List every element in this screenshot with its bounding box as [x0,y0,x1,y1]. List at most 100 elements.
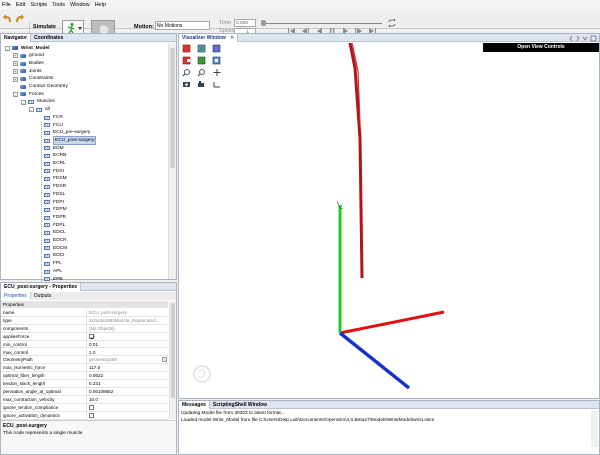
property-value[interactable]: 1.0 [86,348,166,357]
tree-item-label: Constraints [29,76,54,82]
muscle-icon [44,146,50,151]
property-value[interactable]: geometrypath [86,356,166,364]
property-value[interactable]: 117.0 [86,364,166,372]
muscle-icon [44,254,50,259]
properties-title: ECU_post-surgery - Properties [1,282,82,291]
property-value[interactable] [86,411,166,421]
tree-item[interactable]: - all [29,106,50,114]
property-row[interactable]: max_contraction_velocity 10.0 [1,395,168,404]
property-row[interactable]: max_isometric_force 117.0 [1,364,168,373]
expand-icon[interactable]: + [13,68,18,74]
property-row[interactable]: tendon_slack_length 0.231 [1,380,168,388]
menu-window[interactable]: Window [70,2,90,8]
menu-help[interactable]: Help [95,2,106,8]
menu-tools[interactable]: Tools [52,2,65,8]
expand-icon[interactable]: + [13,53,18,59]
properties-section-header[interactable]: Properties [1,301,168,308]
property-value[interactable]: 0.0622 [86,372,166,380]
tab-messages[interactable]: Messages [179,400,210,409]
scroll-left-icon[interactable] [569,35,573,42]
expand-icon[interactable]: + [13,76,18,82]
property-value[interactable]: 10.0 [86,395,166,404]
tab-coordinates[interactable]: Coordinates [31,34,66,42]
tree-item[interactable]: + Bodies [13,60,44,68]
properties-scrollbar[interactable] [169,301,176,419]
property-row[interactable]: appliesForce [1,332,168,342]
property-row[interactable]: ignore_activation_dynamics [1,411,168,421]
undo-button[interactable] [2,12,13,26]
property-key: optimal_fiber_length [3,373,45,379]
motion-select[interactable]: No Motions [155,21,210,30]
motion-label: Motion: [134,24,154,30]
tree-item[interactable]: FCR [37,114,63,122]
tab-properties[interactable]: Properties [1,292,31,300]
scroll-right-icon[interactable] [576,35,580,42]
property-row[interactable]: max_control 1.0 [1,348,168,357]
checkbox-unchecked[interactable] [89,412,94,418]
property-row[interactable]: pennation_angle_at_optimal 0.06108652 [1,388,168,396]
collapse-icon[interactable]: - [29,107,34,113]
property-value[interactable]: ECU_post-surgery [86,309,166,317]
messages-scrollbar[interactable] [591,411,598,447]
tree-item-label: FDPI [53,199,64,205]
property-row[interactable]: optimal_fiber_length 0.0622 [1,372,168,381]
tree-item[interactable]: Contact Geometry [13,83,68,91]
simulate-button[interactable] [62,20,84,34]
time-slider-track[interactable] [262,22,382,24]
property-value[interactable]: Schutte1993Muscle_Deprecated [86,316,166,325]
tab-navigator[interactable]: Navigator [1,33,32,42]
tree-item[interactable]: - Wrist_Model [5,45,49,53]
description-title: ECU_post-surgery [3,423,47,429]
scene-3d[interactable] [179,43,599,399]
tree-item[interactable]: + Joints [13,68,42,76]
muscle-icon [44,123,50,128]
tree-item-label: FDPL [53,222,66,228]
property-row[interactable]: GeometryPath geometrypath [1,356,168,365]
collapse-icon[interactable]: - [5,45,10,51]
property-value[interactable]: (No Objects) [86,324,166,333]
muscle-icon [44,161,50,166]
tree-item-label: FDSR [53,184,67,190]
muscle-icon [44,277,50,282]
time-slider-thumb[interactable] [261,20,266,26]
maximize-icon[interactable] [590,35,597,42]
tree-item-label: FPL [53,261,62,267]
redo-icon [16,14,24,22]
navigator-scrollbar[interactable] [168,43,176,279]
tree-item[interactable]: + ground [13,52,44,60]
visualizer-panel: Visualizer Window ✕ Open View Controls [178,33,600,399]
collapse-icon[interactable]: - [13,91,18,97]
property-row[interactable]: components (No Objects) [1,324,168,333]
properties-panel: ECU_post-surgery - Properties Properties… [0,282,177,455]
tab-outputs[interactable]: Outputs [31,292,55,300]
property-value[interactable]: 0.01 [86,340,166,349]
property-value[interactable]: 0.06108652 [86,388,166,396]
property-key: tendon_slack_length [3,381,46,387]
tab-scripting-shell[interactable]: ScriptingShell Window [210,401,270,409]
menu-file[interactable]: File [2,2,11,8]
folder-icon [20,77,26,82]
tree-item[interactable]: - Muscles [21,98,55,106]
menu-scripts[interactable]: Scripts [30,2,47,8]
property-row[interactable]: ignore_tendon_compliance [1,403,168,413]
property-value[interactable]: 0.231 [86,380,166,388]
property-row[interactable]: type Schutte1993Muscle_Deprecated [1,316,168,325]
property-row[interactable]: min_control 0.01 [1,340,168,349]
tree-item[interactable]: - Forces [13,91,44,99]
redo-button[interactable] [14,12,25,26]
window-list-icon[interactable] [582,36,588,41]
tree-item[interactable]: ECU_post-surgery [37,135,97,146]
muscle-path[interactable] [348,43,364,279]
visualizer-tabs: Visualizer Window ✕ [179,33,599,42]
close-icon[interactable]: ✕ [230,35,234,41]
checkbox-unchecked[interactable] [89,404,94,410]
menu-edit[interactable]: Edit [16,2,25,8]
collapse-icon[interactable]: - [21,99,26,105]
expand-icon[interactable]: + [13,61,18,67]
tree-item[interactable]: + Constraints [13,75,53,83]
checkbox-checked[interactable] [89,333,95,340]
property-row[interactable]: name ECU_post-surgery [1,309,168,317]
time-field[interactable]: 0.000 [234,19,256,27]
stop-button[interactable] [91,20,115,34]
tab-visualizer[interactable]: Visualizer Window ✕ [179,33,239,42]
